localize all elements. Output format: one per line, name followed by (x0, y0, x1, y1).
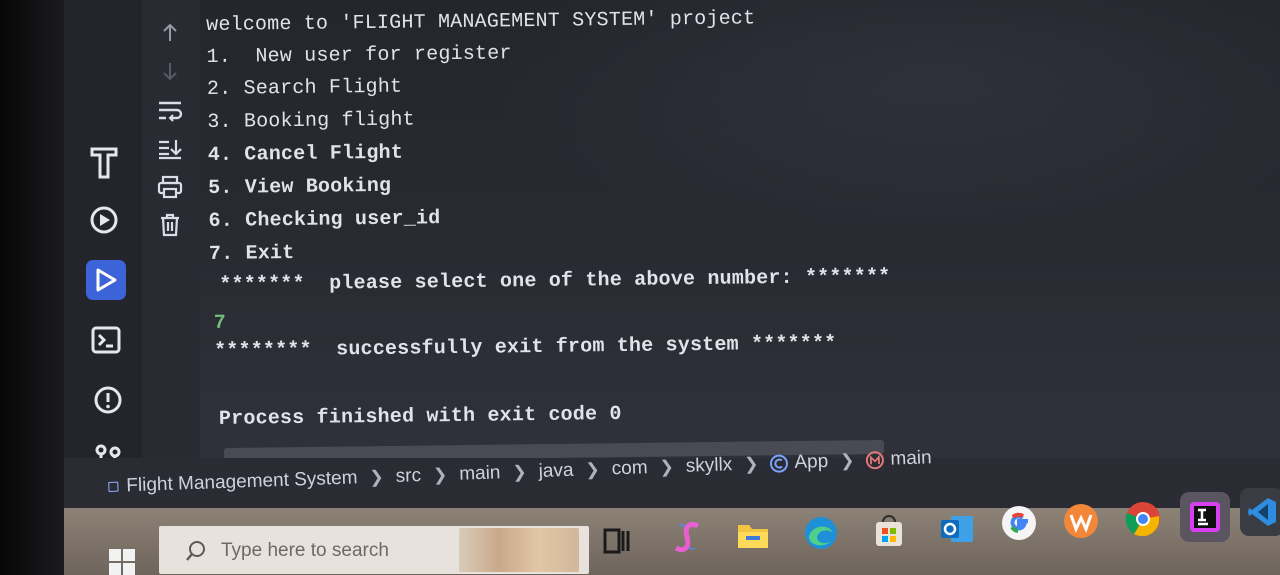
search-highlight-image (459, 528, 579, 572)
console-line: 3. Booking flight (207, 108, 415, 134)
breadcrumb-item[interactable]: com (609, 457, 650, 480)
vscode-icon[interactable] (1240, 488, 1280, 536)
console-line: 5. View Booking (208, 174, 392, 200)
chevron-right-icon: ❯ (743, 454, 759, 474)
console-line: ******** successfully exit from the syst… (214, 332, 837, 363)
breadcrumb-item[interactable]: src (393, 465, 423, 488)
console-toolbar (142, 0, 200, 490)
copilot-icon[interactable] (666, 516, 708, 558)
arrow-down-icon[interactable] (155, 58, 185, 84)
store-icon[interactable] (868, 510, 910, 552)
outlook-icon[interactable] (936, 508, 978, 550)
google-icon[interactable] (998, 502, 1040, 544)
breadcrumb-item[interactable]: java (536, 460, 576, 483)
file-explorer-icon[interactable] (732, 514, 774, 556)
chevron-right-icon: ❯ (585, 459, 601, 480)
edge-icon[interactable] (800, 512, 842, 554)
process-exit-line: Process finished with exit code 0 (218, 402, 622, 431)
console-line: ******* please select one of the above n… (219, 265, 891, 297)
chrome-icon[interactable] (1122, 498, 1164, 540)
chevron-right-icon: ❯ (369, 467, 385, 487)
terminal-icon[interactable] (86, 320, 126, 360)
search-icon (185, 540, 207, 567)
breadcrumb-item[interactable]: main (457, 462, 503, 486)
console-line: 1. New user for register (206, 42, 512, 69)
chevron-right-icon: ❯ (839, 450, 855, 471)
console-line: 4. Cancel Flight (207, 141, 404, 167)
ide-window: welcome to 'FLIGHT MANAGEMENT SYSTEM' pr… (64, 0, 1280, 575)
console-line: welcome to 'FLIGHT MANAGEMENT SYSTEM' pr… (206, 7, 756, 37)
chevron-right-icon: ❯ (659, 457, 675, 477)
breadcrumb-class[interactable]: App (792, 451, 831, 474)
windows-taskbar: Type here to search (64, 488, 1280, 575)
console-line: 2. Search Flight (206, 75, 403, 101)
task-view-icon[interactable] (596, 520, 638, 562)
print-icon[interactable] (155, 174, 185, 200)
soft-wrap-icon[interactable] (155, 98, 185, 124)
chevron-right-icon: ❯ (512, 462, 527, 482)
scroll-to-end-icon[interactable] (155, 136, 185, 162)
console-output: welcome to 'FLIGHT MANAGEMENT SYSTEM' pr… (206, 0, 1012, 470)
problems-icon[interactable] (88, 380, 128, 420)
monitor-bezel (0, 0, 70, 575)
taskbar-search-box[interactable]: Type here to search (159, 526, 589, 574)
breadcrumb-method[interactable]: main (888, 447, 934, 471)
tool-window-strip (64, 0, 142, 490)
console-line: 7. Exit (208, 241, 295, 266)
services-icon[interactable] (84, 200, 124, 240)
windows-start-icon[interactable] (108, 548, 138, 575)
intellij-icon[interactable] (1180, 492, 1230, 542)
class-icon (768, 453, 789, 474)
method-icon (864, 450, 885, 471)
run-icon[interactable] (86, 260, 126, 300)
user-input-line: 7 (213, 311, 227, 335)
wps-icon[interactable] (1060, 500, 1102, 542)
chevron-right-icon: ❯ (432, 465, 448, 485)
arrow-up-icon[interactable] (155, 20, 185, 46)
search-placeholder: Type here to search (221, 540, 389, 561)
breadcrumb-item[interactable]: skyllx (683, 454, 734, 478)
project-icon (108, 481, 119, 492)
trash-icon[interactable] (155, 212, 185, 238)
console-line: 6. Checking user_id (208, 207, 441, 233)
build-icon[interactable] (84, 142, 124, 182)
